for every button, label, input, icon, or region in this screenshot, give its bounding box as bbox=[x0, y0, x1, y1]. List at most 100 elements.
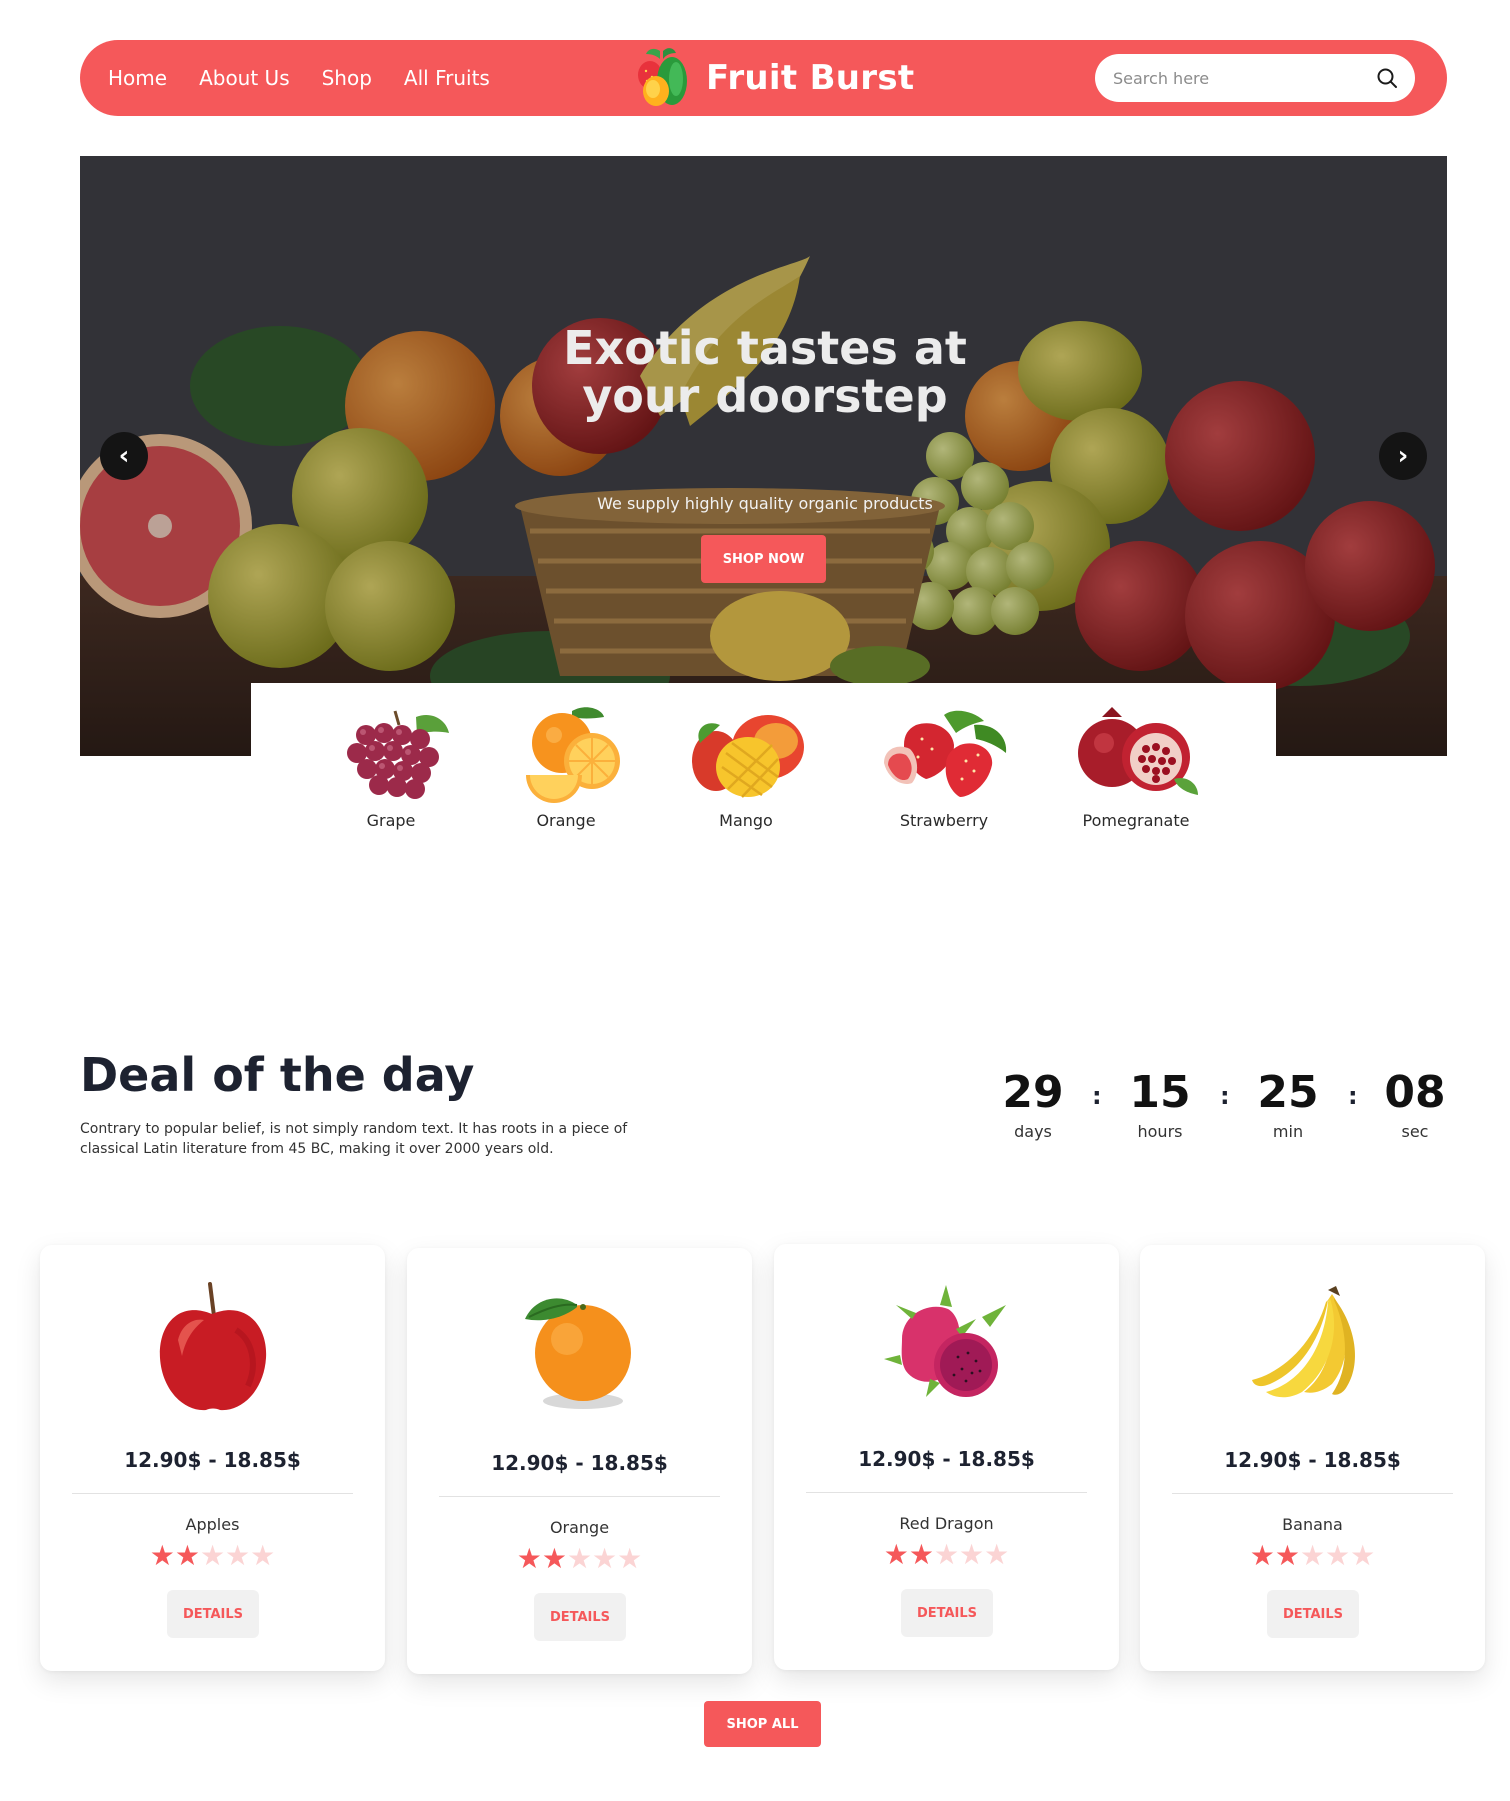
product-price: 12.90$ - 18.85$ bbox=[1224, 1448, 1401, 1472]
search-box bbox=[1095, 54, 1415, 102]
category-strip: Grape Orange Mango Strawberry Pomegranat… bbox=[251, 683, 1276, 843]
details-button[interactable]: DETAILS bbox=[901, 1589, 993, 1637]
countdown-label: hours bbox=[1137, 1122, 1183, 1141]
carousel-prev-button[interactable]: ‹ bbox=[100, 432, 148, 480]
star-icon: ★ bbox=[149, 1540, 175, 1571]
details-button[interactable]: DETAILS bbox=[534, 1593, 626, 1641]
countdown-minutes: 25 min bbox=[1233, 1064, 1343, 1141]
search-input[interactable] bbox=[1113, 54, 1363, 102]
countdown-hours: 15 hours bbox=[1105, 1064, 1215, 1141]
hero-subtitle: We supply highly quality organic product… bbox=[597, 494, 933, 513]
product-card-orange: 12.90$ - 18.85$ Orange ★ ★ ★ ★ ★ DETAILS bbox=[407, 1248, 752, 1674]
nav-link-shop[interactable]: Shop bbox=[322, 66, 372, 90]
shop-now-button[interactable]: SHOP NOW bbox=[701, 535, 826, 583]
nav-link-home[interactable]: Home bbox=[108, 66, 167, 90]
mango-icon bbox=[692, 715, 804, 798]
countdown-seconds: 08 sec bbox=[1360, 1064, 1470, 1141]
chevron-right-icon: › bbox=[1397, 441, 1409, 471]
hero-overlay bbox=[80, 156, 1447, 756]
countdown-value: 15 bbox=[1129, 1067, 1191, 1118]
product-name: Banana bbox=[1282, 1515, 1343, 1534]
strawberry-icon bbox=[884, 710, 1007, 797]
countdown-separator: : bbox=[1220, 1082, 1230, 1110]
product-name: Red Dragon bbox=[899, 1514, 994, 1533]
star-icon: ★ bbox=[174, 1540, 200, 1571]
countdown-value: 25 bbox=[1257, 1067, 1319, 1118]
countdown-separator: : bbox=[1348, 1082, 1358, 1110]
grape-icon bbox=[347, 710, 449, 799]
product-card-banana: 12.90$ - 18.85$ Banana ★ ★ ★ ★ ★ DETAILS bbox=[1140, 1245, 1485, 1671]
shop-all-button[interactable]: SHOP ALL bbox=[704, 1701, 821, 1747]
search-icon[interactable] bbox=[1375, 66, 1399, 90]
category-mango[interactable]: Mango bbox=[666, 705, 826, 830]
nav-link-all-fruits[interactable]: All Fruits bbox=[404, 66, 490, 90]
orange-icon bbox=[525, 1298, 631, 1409]
product-rating: ★ ★ ★ ★ ★ bbox=[40, 1541, 385, 1571]
star-icon: ★ bbox=[1350, 1540, 1376, 1571]
category-strawberry[interactable]: Strawberry bbox=[864, 705, 1024, 830]
category-pomegranate[interactable]: Pomegranate bbox=[1056, 705, 1216, 830]
product-card-apples: 12.90$ - 18.85$ Apples ★ ★ ★ ★ ★ DETAILS bbox=[40, 1245, 385, 1671]
fruit-logo-icon bbox=[638, 48, 687, 106]
divider bbox=[1172, 1493, 1453, 1494]
banana-icon bbox=[1252, 1286, 1356, 1398]
orange-icon bbox=[526, 707, 620, 803]
hero-banner: Exotic tastes at your doorstep We supply… bbox=[80, 156, 1447, 756]
product-price: 12.90$ - 18.85$ bbox=[491, 1451, 668, 1475]
details-button[interactable]: DETAILS bbox=[167, 1590, 259, 1638]
nav-link-about-us[interactable]: About Us bbox=[199, 66, 290, 90]
product-rating: ★ ★ ★ ★ ★ bbox=[1140, 1541, 1485, 1571]
countdown-separator: : bbox=[1092, 1082, 1102, 1110]
brand[interactable]: Fruit Burst bbox=[630, 40, 914, 116]
countdown-days: 29 days bbox=[978, 1064, 1088, 1141]
star-icon: ★ bbox=[908, 1539, 934, 1570]
star-icon: ★ bbox=[1274, 1540, 1300, 1571]
countdown-label: sec bbox=[1401, 1122, 1429, 1141]
chevron-left-icon: ‹ bbox=[118, 441, 130, 471]
carousel-next-button[interactable]: › bbox=[1379, 432, 1427, 480]
star-icon: ★ bbox=[225, 1540, 251, 1571]
product-rating: ★ ★ ★ ★ ★ bbox=[407, 1544, 752, 1574]
star-icon: ★ bbox=[984, 1539, 1010, 1570]
divider bbox=[439, 1496, 720, 1497]
divider bbox=[806, 1492, 1087, 1493]
details-button[interactable]: DETAILS bbox=[1267, 1590, 1359, 1638]
countdown-value: 29 bbox=[1002, 1067, 1064, 1118]
product-price: 12.90$ - 18.85$ bbox=[858, 1447, 1035, 1471]
countdown-value: 08 bbox=[1384, 1067, 1446, 1118]
star-icon: ★ bbox=[541, 1543, 567, 1574]
countdown-label: days bbox=[1014, 1122, 1052, 1141]
apple-icon bbox=[159, 1282, 267, 1411]
category-label: Mango bbox=[719, 811, 773, 830]
star-icon: ★ bbox=[516, 1543, 542, 1574]
star-icon: ★ bbox=[566, 1543, 593, 1574]
top-navbar: Home About Us Shop All Fruits Fruit Burs… bbox=[80, 40, 1447, 116]
hero-title: Exotic tastes at your doorstep bbox=[563, 321, 967, 423]
star-icon: ★ bbox=[933, 1539, 960, 1570]
category-label: Strawberry bbox=[899, 811, 989, 830]
category-grape[interactable]: Grape bbox=[311, 705, 471, 830]
product-name: Apples bbox=[185, 1515, 240, 1534]
brand-name: Fruit Burst bbox=[706, 58, 915, 98]
star-icon: ★ bbox=[617, 1543, 643, 1574]
star-icon: ★ bbox=[250, 1540, 276, 1571]
product-price: 12.90$ - 18.85$ bbox=[124, 1448, 301, 1472]
divider bbox=[72, 1493, 353, 1494]
category-label: Pomegranate bbox=[1082, 811, 1190, 830]
category-label: Grape bbox=[366, 811, 416, 830]
product-rating: ★ ★ ★ ★ ★ bbox=[774, 1540, 1119, 1570]
deal-description: Contrary to popular belief, is not simpl… bbox=[80, 1121, 628, 1157]
countdown-label: min bbox=[1272, 1122, 1304, 1141]
dragon-fruit-icon bbox=[884, 1285, 1006, 1397]
product-name: Orange bbox=[549, 1518, 610, 1537]
deal-title: Deal of the day bbox=[80, 1048, 475, 1102]
nav-links: Home About Us Shop All Fruits bbox=[108, 40, 490, 116]
star-icon: ★ bbox=[883, 1539, 909, 1570]
star-icon: ★ bbox=[1249, 1540, 1275, 1571]
star-icon: ★ bbox=[199, 1540, 226, 1571]
category-orange[interactable]: Orange bbox=[486, 705, 646, 830]
product-card-red-dragon: 12.90$ - 18.85$ Red Dragon ★ ★ ★ ★ ★ DETAILS bbox=[774, 1244, 1119, 1670]
star-icon: ★ bbox=[1325, 1540, 1351, 1571]
pomegranate-icon bbox=[1078, 707, 1198, 795]
star-icon: ★ bbox=[592, 1543, 618, 1574]
